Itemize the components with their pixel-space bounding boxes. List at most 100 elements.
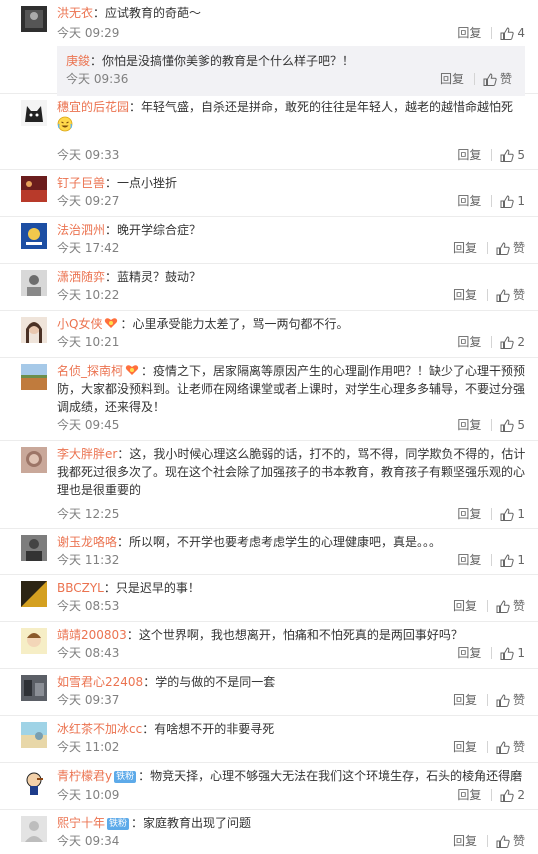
avatar[interactable] <box>21 722 47 748</box>
username-link[interactable]: 靖靖200803 <box>57 628 127 642</box>
reply-button[interactable]: 回复 <box>453 832 477 850</box>
comment-content: 钉子巨兽：一点小挫折 <box>57 174 526 192</box>
reply-button[interactable]: 回复 <box>457 416 481 434</box>
reply-button[interactable]: 回复 <box>453 286 477 304</box>
reply-button[interactable]: 回复 <box>457 333 481 351</box>
username-link[interactable]: 潇洒随弈 <box>57 270 105 284</box>
avatar[interactable] <box>21 675 47 701</box>
action-divider <box>486 600 488 612</box>
username-link[interactable]: 穗宜的后花园 <box>57 100 129 114</box>
comment-meta: 今天 09:33 回复 5 <box>57 146 525 164</box>
avatar[interactable] <box>21 317 47 343</box>
avatar[interactable] <box>21 176 47 202</box>
username-link[interactable]: BBCZYL <box>57 581 104 595</box>
comment-text: ：一点小挫折 <box>105 176 178 190</box>
like-button[interactable]: 1 <box>500 644 525 662</box>
timestamp: 今天 10:21 <box>57 335 120 349</box>
avatar[interactable] <box>21 6 47 32</box>
avatar[interactable] <box>21 447 47 473</box>
reply-button[interactable]: 回复 <box>457 192 481 210</box>
thumbs-up-icon <box>483 72 497 86</box>
comment-item: 冰红茶不加冰cc：有啥想不开的非要寻死 今天 11:02 回复 赞 <box>0 716 538 763</box>
avatar[interactable] <box>21 364 47 390</box>
username-link[interactable]: 小Q女侠 <box>57 317 102 331</box>
timestamp: 今天 08:43 <box>57 646 120 660</box>
comment-content: 名侦_探南柯 ：疫情之下，居家隔离等原因产生的心理副作用吧？！缺少了心理干预预防，… <box>57 362 526 416</box>
comment-actions: 回复 2 <box>457 786 525 804</box>
comment-content: 如雪君心22408：学的与做的不是同一套 <box>57 673 526 691</box>
username-link[interactable]: 庚鋑 <box>66 54 90 68</box>
comment-actions: 回复 2 <box>457 333 525 351</box>
comment-content: 冰红茶不加冰cc：有啥想不开的非要寻死 <box>57 720 526 738</box>
action-divider <box>486 741 488 753</box>
like-button[interactable]: 2 <box>500 333 525 351</box>
username-link[interactable]: 李大胖胖er <box>57 447 117 461</box>
username-link[interactable]: 名侦_探南柯 <box>57 364 123 378</box>
comment-content: 法治泗州：晚开学综合症？ <box>57 221 526 239</box>
like-button[interactable]: 1 <box>500 505 525 523</box>
username-link[interactable]: 谢玉龙咯咯 <box>57 535 117 549</box>
thumbs-up-icon <box>500 418 515 432</box>
like-button[interactable]: 赞 <box>496 286 525 304</box>
comment-content: 李大胖胖er：这，我小时候心理这么脆弱的话，打不的，骂不得，同学欺负不得的，估计… <box>57 445 526 499</box>
avatar[interactable] <box>21 816 47 842</box>
comment-text: ：你怕是没搞懂你美爹的教育是个什么样子吧？！ <box>90 54 355 68</box>
like-button[interactable]: 赞 <box>496 239 525 257</box>
like-button[interactable]: 赞 <box>496 597 525 615</box>
like-button[interactable]: 赞 <box>483 70 512 88</box>
username-link[interactable]: 冰红茶不加冰cc <box>57 722 142 736</box>
reply-button[interactable]: 回复 <box>453 691 477 709</box>
avatar[interactable] <box>21 223 47 249</box>
reply-button[interactable]: 回复 <box>453 239 477 257</box>
like-button[interactable]: 2 <box>500 786 525 804</box>
like-button[interactable]: 赞 <box>496 738 525 756</box>
comment-meta: 今天 09:37 回复 赞 <box>57 691 525 709</box>
comment-meta: 今天 10:22 回复 赞 <box>57 286 525 304</box>
comment-actions: 回复 赞 <box>440 70 512 88</box>
comment-item: BBCZYL：只是迟早的事！ 今天 08:53 回复 赞 <box>0 575 538 622</box>
reply-button[interactable]: 回复 <box>453 597 477 615</box>
like-button[interactable]: 5 <box>500 146 525 164</box>
comment-item: 潇洒随弈：蓝精灵？鼓动？ 今天 10:22 回复 赞 <box>0 264 538 311</box>
username-link[interactable]: 青柠檬君y <box>57 769 112 783</box>
comment-text: ：只是迟早的事！ <box>103 581 200 595</box>
comment-text: ：物竞天择，心理不够强大无法在我们这个环境生存，石头的棱角还得磨 <box>138 769 523 783</box>
reply-button[interactable]: 回复 <box>457 146 481 164</box>
like-button[interactable]: 1 <box>500 551 525 569</box>
like-button[interactable]: 赞 <box>496 691 525 709</box>
like-button[interactable]: 赞 <box>496 832 525 850</box>
action-divider <box>491 419 493 431</box>
comment-meta: 今天 11:02 回复 赞 <box>57 738 525 756</box>
comment-item: 李大胖胖er：这，我小时候心理这么脆弱的话，打不的，骂不得，同学欺负不得的，估计… <box>0 441 538 529</box>
action-divider <box>473 73 475 85</box>
username-link[interactable]: 法治泗州 <box>57 223 105 237</box>
avatar[interactable] <box>21 769 47 795</box>
avatar[interactable] <box>21 270 47 296</box>
username-link[interactable]: 洪无衣 <box>57 6 93 20</box>
like-count: 赞 <box>512 241 525 255</box>
avatar[interactable] <box>21 535 47 561</box>
reply-button[interactable]: 回复 <box>457 24 481 42</box>
reply-button[interactable]: 回复 <box>457 786 481 804</box>
username-link[interactable]: 钉子巨兽 <box>57 176 105 190</box>
like-button[interactable]: 4 <box>500 24 525 42</box>
like-button[interactable]: 5 <box>500 416 525 434</box>
timestamp: 今天 12:25 <box>57 507 120 521</box>
thumbs-up-icon <box>500 788 515 802</box>
reply-button[interactable]: 回复 <box>457 644 481 662</box>
reply-button[interactable]: 回复 <box>457 551 481 569</box>
reply-button[interactable]: 回复 <box>457 505 481 523</box>
avatar[interactable] <box>21 100 47 126</box>
avatar[interactable] <box>21 628 47 654</box>
timestamp: 今天 09:34 <box>57 834 120 848</box>
username-link[interactable]: 如雪君心22408 <box>57 675 143 689</box>
comment-content: BBCZYL：只是迟早的事！ <box>57 579 526 597</box>
avatar[interactable] <box>21 581 47 607</box>
username-link[interactable]: 熙宁十年 <box>57 816 105 830</box>
like-button[interactable]: 1 <box>500 192 525 210</box>
reply-button[interactable]: 回复 <box>440 70 464 88</box>
timestamp: 今天 09:37 <box>57 693 120 707</box>
comment-content: 熙宁十年 铁粉 ：家庭教育出现了问题 <box>57 814 526 832</box>
comment-text: ：晚开学综合症？ <box>105 223 202 237</box>
reply-button[interactable]: 回复 <box>453 738 477 756</box>
